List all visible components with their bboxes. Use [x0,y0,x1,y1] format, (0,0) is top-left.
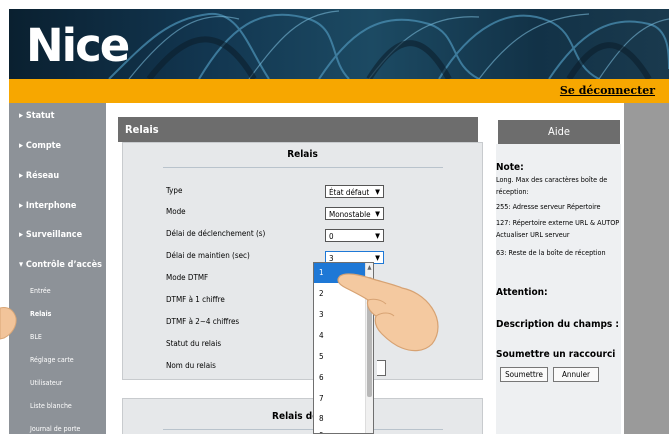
help-title: Aide [498,120,620,144]
field-label-relay-name: Nom du relais [166,361,216,370]
section-divider [163,167,443,168]
field-label-relay-status: Statut du relais [166,339,222,348]
help-panel: Note: Long. Max des caractères boîte de … [496,144,621,434]
mode-select-value: Monostable [329,210,371,219]
sidebar-item-statut[interactable]: ▸ Statut [19,111,55,121]
sidebar-item-controle-acces[interactable]: ▾ Contrôle d’accès [19,260,102,270]
panel-title: Relais [118,117,478,142]
right-scroll-area [624,103,669,434]
help-note-127: 127: Répertoire externe URL & AUTOP Actu… [496,218,620,239]
chevron-down-icon: ▼ [375,254,380,262]
help-note-heading: Note: [496,162,524,173]
section-title: Relais [287,149,318,160]
field-label-dtmf-mode: Mode DTMF [166,273,209,282]
chevron-down-icon: ▼ [375,210,380,218]
field-label-trigger-delay: Délai de déclenchement (s) [166,229,266,238]
help-note-255: 255: Adresse serveur Répertoire [496,202,601,211]
field-label-hold-delay: Délai de maintien (sec) [166,251,250,260]
sidebar: ▸ Statut ▸ Compte ▸ Réseau ▸ Interphone … [9,103,106,434]
field-label-dtmf-1: DTMF à 1 chiffre [166,295,225,304]
field-label-mode: Mode [166,207,186,216]
dropdown-option[interactable]: 6 [314,368,366,388]
trigger-delay-select[interactable]: 0 ▼ [325,229,384,242]
sidebar-item-reseau[interactable]: ▸ Réseau [19,171,59,181]
help-attention-heading: Attention: [496,287,548,298]
sidebar-sub-ble[interactable]: BLE [30,333,42,341]
dropdown-option[interactable]: 7 [314,389,366,409]
header-banner: Nice [9,9,669,79]
sidebar-sub-reglage-carte[interactable]: Réglage carte [30,356,74,364]
sidebar-sub-entree[interactable]: Entrée [30,287,51,295]
top-bar: Se déconnecter [9,79,669,104]
cancel-button[interactable]: Annuler [553,367,599,382]
relay-name-input[interactable] [377,360,386,376]
sidebar-sub-liste-blanche[interactable]: Liste blanche [30,402,72,410]
trigger-delay-value: 0 [329,232,334,241]
help-note-text: Long. Max des caractères boîte de récept… [496,175,608,196]
section2-title: Relais de sé [272,411,333,422]
field-label-dtmf-2-4: DTMF à 2~4 chiffres [166,317,240,326]
sidebar-item-interphone[interactable]: ▸ Interphone [19,201,76,211]
nice-logo: Nice [26,19,130,72]
field-label-type: Type [166,186,183,195]
chevron-down-icon: ▼ [375,232,380,240]
relay-security-panel: Relais de sé [122,398,483,434]
chevron-down-icon: ▼ [375,188,380,196]
logout-link[interactable]: Se déconnecter [560,84,655,97]
pointing-hand-icon [337,273,439,352]
mode-select[interactable]: Monostable ▼ [325,207,384,220]
section2-divider [163,429,443,430]
pointing-hand-icon [0,307,17,340]
help-shortcut-heading: Soumettre un raccourci [496,349,616,360]
submit-button[interactable]: Soumettre [500,367,548,382]
help-note-63: 63: Reste de la boîte de réception [496,248,606,257]
sidebar-sub-relais[interactable]: Relais [30,310,51,318]
sidebar-sub-utilisateur[interactable]: Utilisateur [30,379,62,387]
help-description-heading: Description du champs : [496,319,620,330]
type-select-value: État défaut [329,188,370,197]
sidebar-sub-journal-porte[interactable]: Journal de porte [30,425,80,433]
sidebar-item-compte[interactable]: ▸ Compte [19,141,61,151]
type-select[interactable]: État défaut ▼ [325,185,384,198]
dropdown-option[interactable]: 9 [314,426,366,433]
sidebar-item-surveillance[interactable]: ▸ Surveillance [19,230,82,240]
